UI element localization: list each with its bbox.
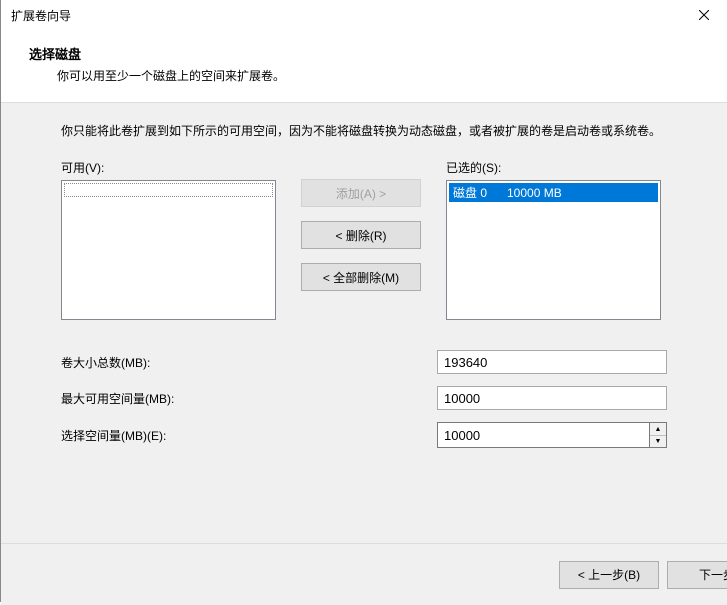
remove-all-button[interactable]: < 全部删除(M) [301, 263, 421, 291]
available-label: 可用(V): [61, 159, 276, 176]
page-subtitle: 你可以用至少一个磁盘上的空间来扩展卷。 [57, 67, 709, 84]
remove-button[interactable]: < 删除(R) [301, 221, 421, 249]
listbox-focus-rect [64, 183, 273, 197]
max-space-label: 最大可用空间量(MB): [61, 390, 437, 407]
selected-listbox[interactable]: 磁盘 0 10000 MB [446, 180, 661, 320]
select-space-input[interactable] [437, 422, 649, 448]
wizard-footer: < 上一步(B) 下一步 [1, 543, 727, 605]
next-button[interactable]: 下一步 [667, 561, 727, 589]
spin-up-button[interactable]: ▲ [650, 423, 666, 436]
select-space-label: 选择空间量(MB)(E): [61, 427, 437, 444]
available-column: 可用(V): [61, 159, 276, 320]
add-button: 添加(A) > [301, 179, 421, 207]
spin-down-button[interactable]: ▼ [650, 436, 666, 448]
page-title: 选择磁盘 [29, 44, 709, 63]
total-size-value: 193640 [437, 350, 667, 374]
size-fields: 卷大小总数(MB): 193640 最大可用空间量(MB): 10000 选择空… [61, 350, 667, 448]
spinner-buttons: ▲ ▼ [649, 422, 667, 448]
content-area: 你只能将此卷扩展到如下所示的可用空间，因为不能将磁盘转换为动态磁盘，或者被扩展的… [1, 103, 727, 543]
select-space-spinner: ▲ ▼ [437, 422, 667, 448]
titlebar: 扩展卷向导 [1, 0, 727, 30]
list-item[interactable]: 磁盘 0 10000 MB [449, 183, 658, 202]
selected-column: 已选的(S): 磁盘 0 10000 MB [446, 159, 661, 320]
back-button[interactable]: < 上一步(B) [559, 561, 659, 589]
selected-label: 已选的(S): [446, 159, 661, 176]
close-button[interactable] [681, 0, 727, 30]
total-size-label: 卷大小总数(MB): [61, 354, 437, 371]
transfer-buttons: 添加(A) > < 删除(R) < 全部删除(M) [286, 179, 436, 291]
max-space-value: 10000 [437, 386, 667, 410]
close-icon [699, 10, 709, 20]
available-listbox[interactable] [61, 180, 276, 320]
wizard-header: 选择磁盘 你可以用至少一个磁盘上的空间来扩展卷。 [1, 30, 727, 102]
window-title: 扩展卷向导 [11, 7, 681, 24]
description-text: 你只能将此卷扩展到如下所示的可用空间，因为不能将磁盘转换为动态磁盘，或者被扩展的… [61, 121, 667, 141]
